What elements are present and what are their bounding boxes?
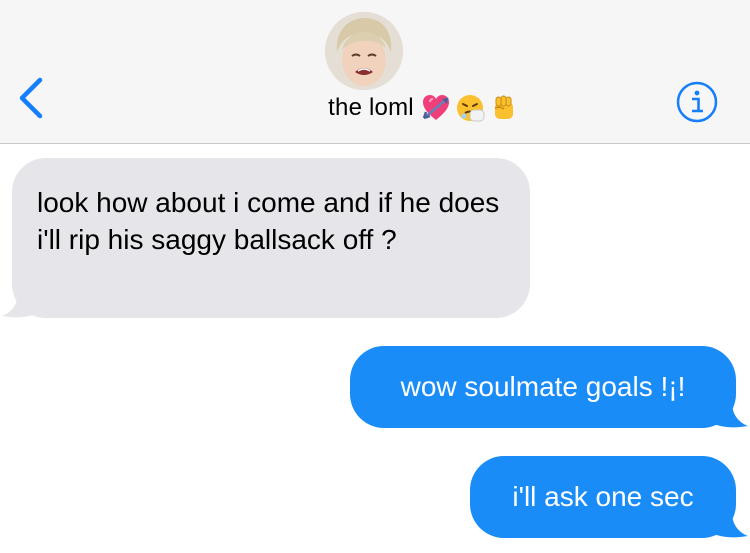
outgoing-message-text: wow soulmate goals !¡! [400,371,686,402]
info-button[interactable] [675,80,719,124]
outgoing-message[interactable]: wow soulmate goals !¡! [350,346,736,428]
info-icon [676,81,718,123]
contact-title[interactable]: the loml [0,92,750,132]
contact-name: the loml [328,94,414,121]
sneezing-face-icon [454,92,486,124]
outgoing-message-text: i'll ask one sec [512,481,694,512]
avatar-photo-icon [325,12,403,90]
outgoing-message[interactable]: i'll ask one sec [470,456,736,538]
imessage-screen: the loml look how about i come and if he… [0,0,750,553]
contact-avatar[interactable] [325,12,403,90]
heart-with-arrow-icon [420,92,452,124]
conversation-header: the loml [0,0,750,144]
raised-fist-icon [488,92,520,124]
incoming-message[interactable]: look how about i come and if he does i'l… [12,158,530,318]
incoming-message-text: look how about i come and if he does i'l… [37,187,500,255]
